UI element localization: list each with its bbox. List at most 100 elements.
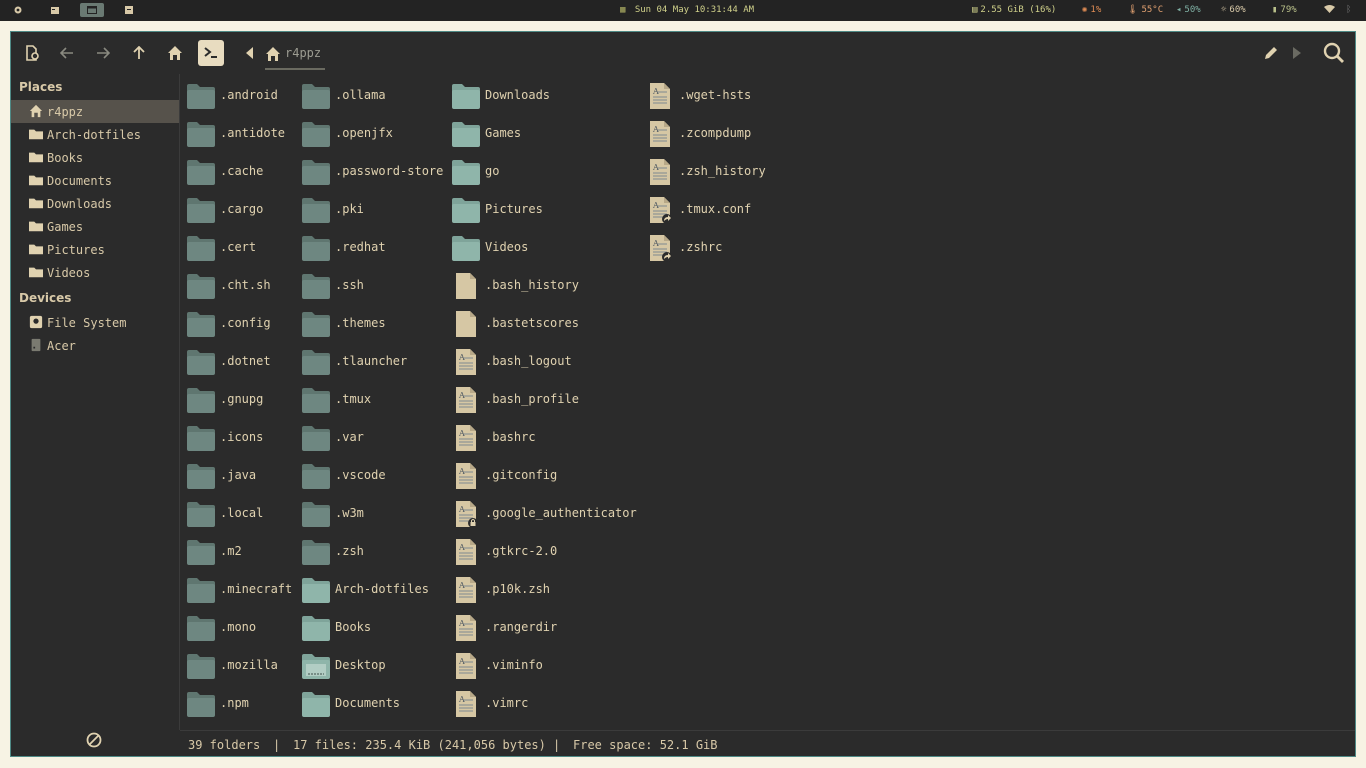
text-file-icon: A	[456, 691, 476, 717]
item-name: .icons	[220, 430, 264, 444]
file-item[interactable]: A .zcompdump	[645, 116, 795, 150]
item-name: Games	[485, 126, 522, 140]
folder-item[interactable]: Videos	[451, 230, 641, 264]
folder-item[interactable]: .themes	[301, 306, 451, 340]
folder-item[interactable]: Games	[451, 116, 641, 150]
item-name: .themes	[335, 316, 386, 330]
folder-item[interactable]: Desktop	[301, 648, 451, 682]
new-window-button[interactable]	[19, 40, 45, 66]
item-name: .viminfo	[485, 658, 543, 672]
file-item[interactable]: A .zsh_history	[645, 154, 795, 188]
folder-item[interactable]: Arch-dotfiles	[301, 572, 451, 606]
item-name: .var	[335, 430, 364, 444]
sidebar-item-videos[interactable]: Videos	[11, 261, 179, 284]
sidebar-item-acer[interactable]: Acer	[11, 334, 179, 357]
sidebar-item-books[interactable]: Books	[11, 146, 179, 169]
sidebar-item-home[interactable]: r4ppz	[11, 100, 179, 123]
item-name: .bash_logout	[485, 354, 572, 368]
file-item[interactable]: A .viminfo	[451, 648, 641, 682]
item-name: .bash_history	[485, 278, 579, 292]
file-item[interactable]: A .rangerdir	[451, 610, 641, 644]
wifi-icon[interactable]	[1324, 5, 1335, 16]
svg-text:A: A	[458, 505, 465, 514]
folder-item[interactable]: .w3m	[301, 496, 451, 530]
brightness-stat[interactable]: ☼ 60%	[1221, 5, 1246, 15]
sidebar-item-label: r4ppz	[47, 105, 84, 119]
file-item[interactable]: .bastetscores	[451, 306, 641, 340]
workspace-4[interactable]	[117, 3, 141, 17]
file-item[interactable]: A .google_authenticator	[451, 496, 641, 530]
folder-item[interactable]: .vscode	[301, 458, 451, 492]
folder-item[interactable]: Pictures	[451, 192, 641, 226]
folder-item[interactable]: .openjfx	[301, 116, 451, 150]
folder-item[interactable]: .tmux	[301, 382, 451, 416]
item-name: .antidote	[220, 126, 286, 140]
sidebar-item-file-system[interactable]: File System	[11, 311, 179, 334]
no-entry-icon[interactable]	[86, 732, 102, 748]
file-item[interactable]: A .tmux.conf	[645, 192, 795, 226]
folder-item[interactable]: .ollama	[301, 78, 451, 112]
folder-item[interactable]: go	[451, 154, 641, 188]
svg-text:A: A	[458, 657, 465, 666]
bluetooth-icon[interactable]: ᛒ	[1346, 5, 1351, 15]
terminal-icon	[204, 47, 217, 58]
svg-text:A: A	[458, 429, 465, 438]
item-name: .google_authenticator	[485, 506, 637, 520]
folder-item[interactable]: .tlauncher	[301, 344, 451, 378]
sidebar-item-games[interactable]: Games	[11, 215, 179, 238]
text-file-icon: A	[456, 501, 478, 528]
file-item[interactable]: A .bash_profile	[451, 382, 641, 416]
folder-icon	[187, 616, 215, 641]
item-name: .ollama	[335, 88, 386, 102]
item-name: .java	[220, 468, 257, 482]
home-button[interactable]	[162, 40, 188, 66]
sidebar-item-downloads[interactable]: Downloads	[11, 192, 179, 215]
edit-location-button[interactable]	[1258, 40, 1284, 66]
sidebar-item-documents[interactable]: Documents	[11, 169, 179, 192]
svg-text:A: A	[652, 87, 659, 96]
file-manager-window: r4ppz Places r4ppz Arch-dotfiles Books D…	[10, 31, 1356, 757]
file-item[interactable]: A .gitconfig	[451, 458, 641, 492]
breadcrumb-scroll-left-button[interactable]	[237, 40, 263, 66]
clock[interactable]: ▦ Sun 04 May 10:31:44 AM	[620, 5, 754, 15]
search-button[interactable]	[1321, 40, 1347, 66]
breadcrumb-home[interactable]: r4ppz	[265, 42, 325, 70]
file-item[interactable]: A .vimrc	[451, 686, 641, 720]
folder-item[interactable]: .redhat	[301, 230, 451, 264]
folder-item[interactable]: .zsh	[301, 534, 451, 568]
workspace-3[interactable]	[80, 3, 104, 17]
svg-text:A: A	[458, 619, 465, 628]
breadcrumb-scroll-right-button[interactable]	[1284, 40, 1310, 66]
folder-item[interactable]: .ssh	[301, 268, 451, 302]
forward-button[interactable]	[90, 40, 116, 66]
workspace-2[interactable]	[43, 3, 67, 17]
volume-stat[interactable]: ◂ 50%	[1176, 5, 1201, 15]
item-name: go	[485, 164, 500, 178]
item-name: .mono	[220, 620, 257, 634]
file-item[interactable]: A .bashrc	[451, 420, 641, 454]
folder-item[interactable]: Documents	[301, 686, 451, 720]
file-item[interactable]: .bash_history	[451, 268, 641, 302]
file-item[interactable]: A .p10k.zsh	[451, 572, 641, 606]
sidebar-item-pictures[interactable]: Pictures	[11, 238, 179, 261]
folder-item[interactable]: .pki	[301, 192, 451, 226]
file-icon	[456, 311, 476, 337]
file-item[interactable]: A .wget-hsts	[645, 78, 795, 112]
file-item[interactable]: A .zshrc	[645, 230, 795, 264]
item-name: .tlauncher	[335, 354, 408, 368]
folder-icon	[187, 692, 215, 717]
svg-text:A: A	[458, 543, 465, 552]
item-name: .redhat	[335, 240, 386, 254]
folder-item[interactable]: .password-store	[301, 154, 451, 188]
up-button[interactable]	[126, 40, 152, 66]
workspace-1[interactable]	[6, 3, 30, 17]
folder-item[interactable]: Books	[301, 610, 451, 644]
folder-item[interactable]: .var	[301, 420, 451, 454]
item-name: .bastetscores	[485, 316, 579, 330]
file-item[interactable]: A .bash_logout	[451, 344, 641, 378]
file-item[interactable]: A .gtkrc-2.0	[451, 534, 641, 568]
open-terminal-button[interactable]	[198, 40, 224, 66]
folder-item[interactable]: Downloads	[451, 78, 641, 112]
sidebar-item-arch-dotfiles[interactable]: Arch-dotfiles	[11, 123, 179, 146]
back-button[interactable]	[54, 40, 80, 66]
